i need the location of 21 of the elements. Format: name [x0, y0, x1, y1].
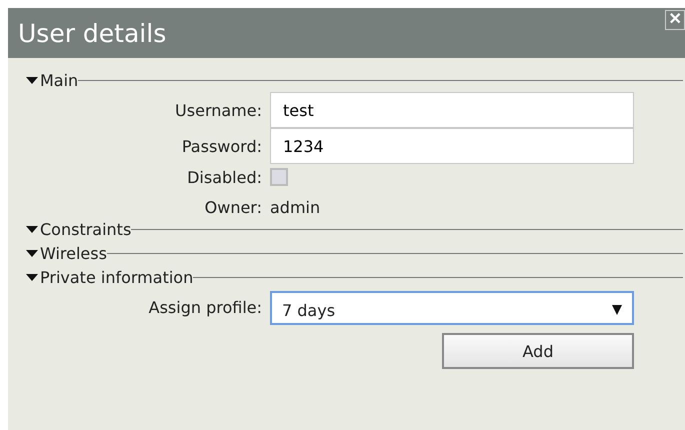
field-label: Owner:	[204, 197, 262, 217]
caret-icon	[612, 305, 622, 315]
section-title[interactable]: Main	[40, 70, 78, 90]
input-field[interactable]: 1234	[270, 128, 634, 164]
section-title[interactable]: Constraints	[40, 220, 132, 238]
add-button[interactable]: Add	[442, 333, 634, 369]
owner-value: admin	[270, 197, 322, 217]
expand-triangle-icon[interactable]	[26, 226, 38, 232]
profile-dropdown[interactable]: 7 days	[270, 291, 634, 325]
section-title[interactable]: Private information	[40, 268, 194, 286]
close-button[interactable]: ✕	[665, 10, 685, 30]
expand-triangle-icon[interactable]	[26, 274, 38, 280]
field-label: Assign profile:	[148, 298, 262, 316]
input-field[interactable]: test	[270, 92, 634, 128]
window-title: User details	[18, 18, 166, 48]
expand-triangle-icon[interactable]	[26, 76, 38, 84]
field-label: Username:	[174, 100, 262, 120]
field-label: Disabled:	[186, 168, 262, 186]
section-title[interactable]: Wireless	[40, 244, 107, 262]
expand-triangle-icon[interactable]	[26, 250, 38, 256]
field-label: Password:	[180, 136, 262, 156]
